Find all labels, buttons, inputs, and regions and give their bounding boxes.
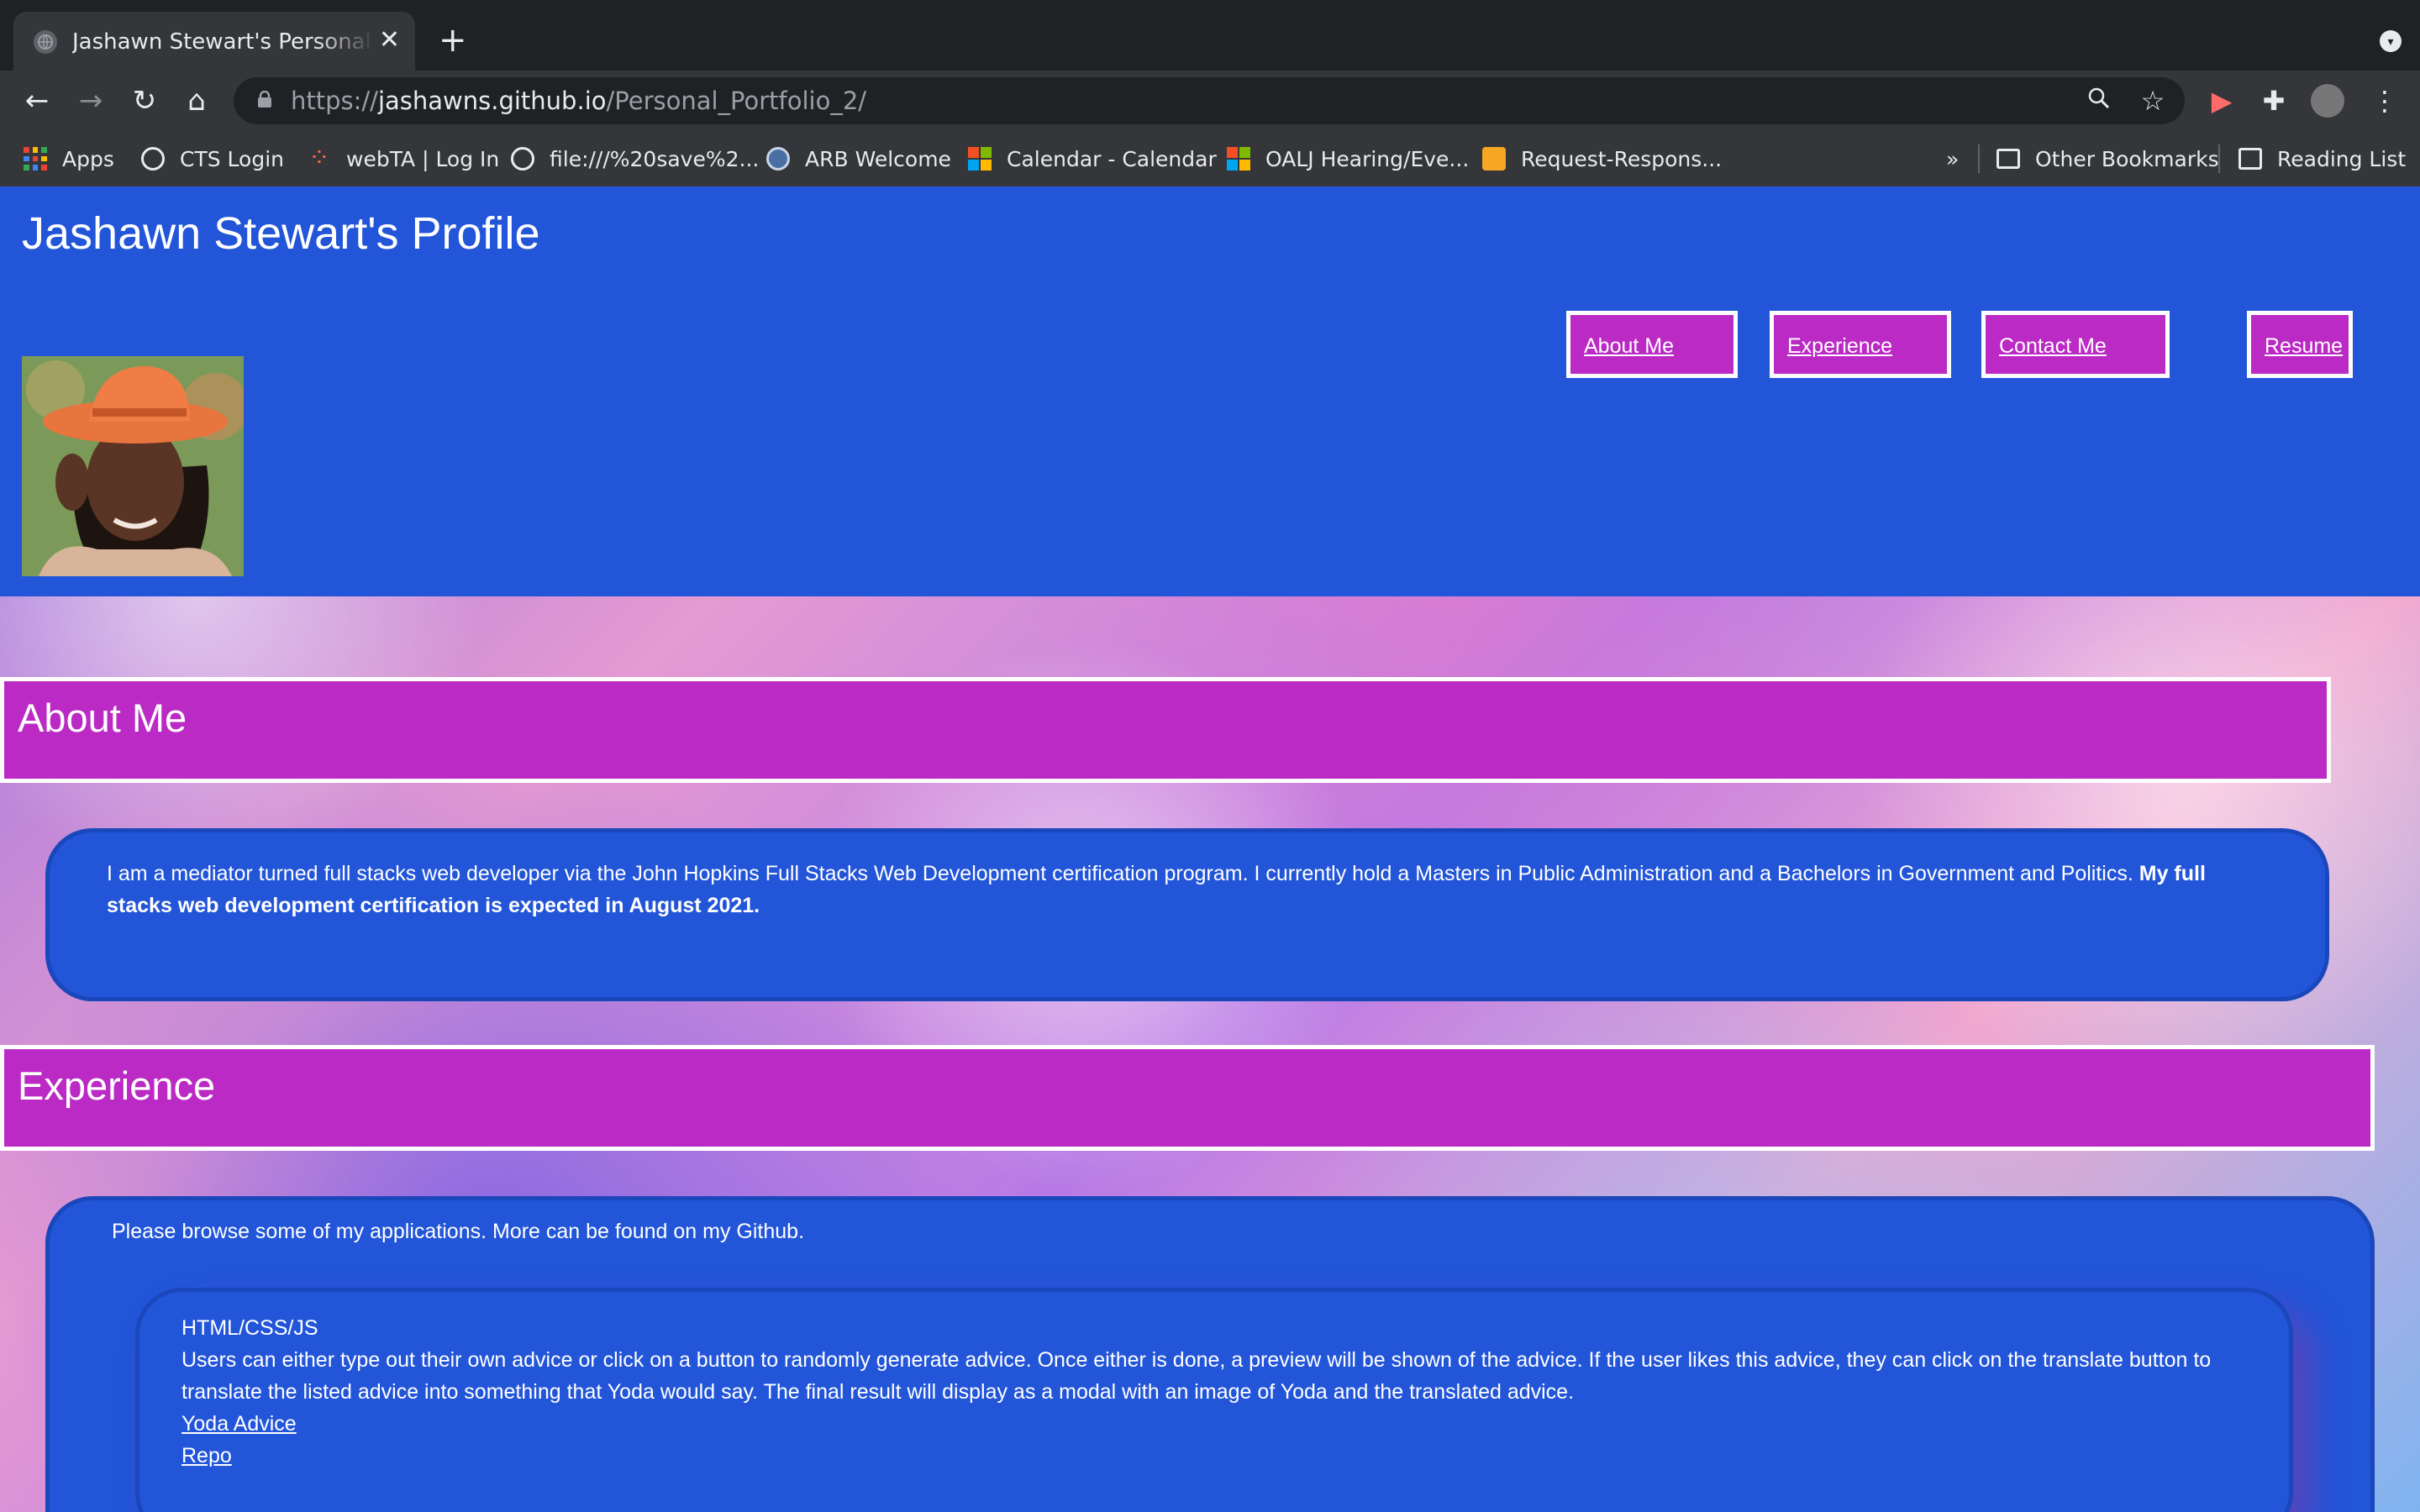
new-tab-icon[interactable]: + <box>439 20 467 60</box>
about-me-card: I am a mediator turned full stacks web d… <box>45 828 2329 1001</box>
reading-list-button[interactable]: Reading List <box>2238 143 2406 175</box>
browser-tab[interactable]: Jashawn Stewart's Personal Portfolio ✕ <box>13 12 415 71</box>
microsoft-icon <box>968 147 992 171</box>
bookmark-label: Other Bookmarks <box>2035 146 2219 171</box>
bookmark-webta[interactable]: ⁘ webTA | Log In <box>308 143 499 175</box>
extensions-puzzle-icon[interactable]: ✚ <box>2255 82 2292 119</box>
nav-about-me[interactable]: About Me <box>1566 311 1738 378</box>
experience-card: Please browse some of my applications. M… <box>45 1196 2375 1512</box>
url-path: /Personal_Portfolio_2/ <box>606 87 867 115</box>
bookmark-label: webTA | Log In <box>346 146 500 171</box>
microsoft-icon <box>1227 147 1250 171</box>
url-host: jashawns.github.io <box>377 87 607 115</box>
bookmarks-bar: Apps CTS Login ⁘ webTA | Log In file:///… <box>0 131 2420 187</box>
project-link[interactable]: Yoda Advice <box>182 1412 297 1436</box>
nav-contact-me[interactable]: Contact Me <box>1981 311 2170 378</box>
webta-icon: ⁘ <box>308 144 330 173</box>
bookmark-label: Reading List <box>2277 146 2407 171</box>
globe-icon <box>34 30 57 54</box>
bookmark-arb[interactable]: ARB Welcome <box>766 143 951 175</box>
bookmark-label: ARB Welcome <box>805 146 951 171</box>
experience-heading: Experience <box>18 1063 216 1108</box>
page-content: Jashawn Stewart's Profile About Me Exper… <box>0 186 2420 1512</box>
close-tab-icon[interactable]: ✕ <box>379 25 400 55</box>
project-description: Users can either type out their own advi… <box>182 1348 2212 1404</box>
bookmark-label: Apps <box>62 146 114 171</box>
bookmark-oalj[interactable]: OALJ Hearing/Eve... <box>1227 143 1469 175</box>
bookmark-label: file:///%20save%2... <box>550 146 760 171</box>
browser-toolbar: ← → ↻ ⌂ https://jashawns.github.io/Perso… <box>0 71 2420 131</box>
tab-search-icon[interactable]: ▾ <box>2380 30 2402 52</box>
lock-icon <box>258 91 271 108</box>
bookmark-label: CTS Login <box>180 146 284 171</box>
nav-experience[interactable]: Experience <box>1770 311 1951 378</box>
extension-video-icon[interactable]: ▶ <box>2203 82 2240 119</box>
project-repo-link[interactable]: Repo <box>182 1444 232 1467</box>
url-text[interactable]: https://jashawns.github.io/Personal_Port… <box>291 84 866 118</box>
globe-icon <box>141 147 165 171</box>
project-tech: HTML/CSS/JS <box>182 1316 318 1340</box>
tab-title: Jashawn Stewart's Personal Portfolio <box>72 29 375 55</box>
bookmarks-divider <box>1978 144 1980 173</box>
other-bookmarks-folder[interactable]: Other Bookmarks <box>1996 143 2219 175</box>
reading-list-icon <box>2238 148 2262 170</box>
nav-resume[interactable]: Resume <box>2247 311 2353 378</box>
bookmark-apps[interactable]: Apps <box>24 143 114 175</box>
arb-icon <box>766 147 790 171</box>
bookmark-label: Calendar - Calendar <box>1007 146 1217 171</box>
forward-icon[interactable]: → <box>72 82 109 119</box>
about-me-section-header: About Me <box>0 677 2331 783</box>
project-card: HTML/CSS/JS Users can either type out th… <box>135 1288 2293 1512</box>
bookmark-cts-login[interactable]: CTS Login <box>141 143 284 175</box>
bookmark-label: OALJ Hearing/Eve... <box>1265 146 1470 171</box>
about-me-text: I am a mediator turned full stacks web d… <box>107 862 2133 885</box>
bookmark-label: Request-Respons... <box>1521 146 1723 171</box>
page-title: Jashawn Stewart's Profile <box>22 208 540 259</box>
fs-icon <box>1482 147 1506 171</box>
profile-avatar-icon[interactable] <box>2309 82 2346 119</box>
about-me-heading: About Me <box>18 696 187 740</box>
back-icon[interactable]: ← <box>18 82 55 119</box>
globe-icon <box>511 147 534 171</box>
more-menu-icon[interactable]: ⋮ <box>2366 82 2403 119</box>
site-header: Jashawn Stewart's Profile About Me Exper… <box>0 186 2420 596</box>
tab-strip: Jashawn Stewart's Personal Portfolio ✕ +… <box>0 0 2420 71</box>
home-icon[interactable]: ⌂ <box>178 82 215 119</box>
address-bar[interactable]: https://jashawns.github.io/Personal_Port… <box>234 77 2185 124</box>
bookmark-calendar[interactable]: Calendar - Calendar <box>968 143 1217 175</box>
folder-icon <box>1996 149 2020 169</box>
bookmark-star-icon[interactable]: ☆ <box>2136 84 2170 118</box>
experience-intro: Please browse some of my applications. M… <box>112 1220 805 1243</box>
profile-photo <box>22 356 244 576</box>
bookmarks-overflow-button[interactable]: » <box>1946 143 1959 175</box>
apps-grid-icon <box>24 147 47 171</box>
bookmark-request-response[interactable]: Request-Respons... <box>1482 143 1722 175</box>
experience-section-header: Experience <box>0 1045 2375 1151</box>
bookmarks-divider <box>2218 144 2220 173</box>
bookmark-file[interactable]: file:///%20save%2... <box>511 143 759 175</box>
url-scheme: https:// <box>291 87 378 115</box>
zoom-icon[interactable] <box>2082 84 2116 118</box>
reload-icon[interactable]: ↻ <box>126 82 163 119</box>
